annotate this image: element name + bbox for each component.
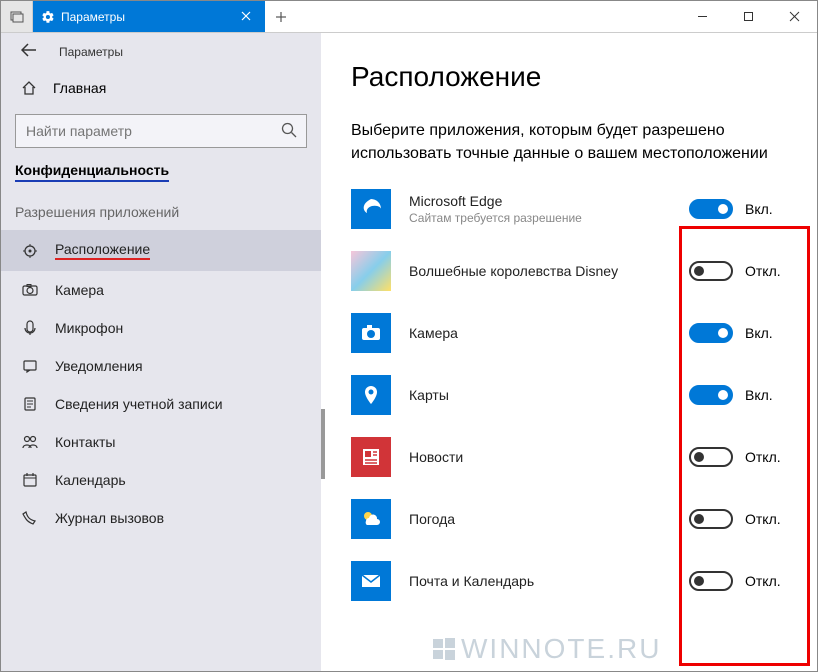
sidebar: Параметры Главная Конфиденциальность Раз… [1,33,321,671]
app-row: Волшебные королевства Disney Откл. [351,251,797,291]
page-title: Расположение [351,61,797,93]
nav-label: Журнал вызовов [55,510,164,526]
new-tab-button[interactable] [265,1,297,32]
toggle-state: Вкл. [745,387,773,403]
nav-label: Камера [55,282,104,298]
app-row: Погода Откл. [351,499,797,539]
toggle-state: Откл. [745,449,781,465]
watermark: WINNOTE.RU [431,633,661,665]
app-name: Погода [409,511,689,527]
nav-icon [21,472,39,488]
app-name: Новости [409,449,689,465]
toggle-state: Вкл. [745,325,773,341]
toggle-state: Откл. [745,573,781,589]
nav-label: Уведомления [55,358,143,374]
scrollbar-thumb[interactable] [321,409,325,479]
toggle-switch[interactable] [689,385,733,405]
app-row: Почта и Календарь Откл. [351,561,797,601]
tab-title: Параметры [61,10,235,24]
app-name: Почта и Календарь [409,573,689,589]
home-nav[interactable]: Главная [1,70,321,106]
category-header: Конфиденциальность [1,162,321,182]
toggle-state: Откл. [745,263,781,279]
tab-close-icon[interactable] [235,10,257,24]
taskview-button[interactable] [1,1,33,32]
main-panel: Расположение Выберите приложения, которы… [321,33,817,671]
sidebar-item[interactable]: Микрофон [1,309,321,347]
toggle-state: Вкл. [745,201,773,217]
toggle-state: Откл. [745,511,781,527]
app-name: Карты [409,387,689,403]
nav-label: Контакты [55,434,115,450]
nav-icon [21,396,39,412]
toggle-switch[interactable] [689,509,733,529]
sidebar-item[interactable]: Контакты [1,423,321,461]
nav-icon [21,243,39,259]
nav-label: Расположение [55,241,150,260]
search-icon [281,122,297,143]
app-row: Microsoft Edge Сайтам требуется разрешени… [351,189,797,229]
app-name: Microsoft Edge [409,193,689,209]
toggle-switch[interactable] [689,199,733,219]
gear-icon [41,10,55,24]
home-icon [21,80,39,96]
browser-tab[interactable]: Параметры [33,1,265,32]
back-button[interactable] [21,43,37,60]
page-description: Выберите приложения, которым будет разре… [351,119,791,165]
sidebar-item[interactable]: Сведения учетной записи [1,385,321,423]
toggle-switch[interactable] [689,261,733,281]
nav-icon [21,282,39,298]
toggle-switch[interactable] [689,447,733,467]
nav-icon [21,510,39,526]
minimize-button[interactable] [679,1,725,32]
app-row: Камера Вкл. [351,313,797,353]
sidebar-item[interactable]: Календарь [1,461,321,499]
sidebar-item[interactable]: Камера [1,271,321,309]
app-name: Волшебные королевства Disney [409,263,689,279]
titlebar: Параметры [1,1,817,33]
sidebar-item[interactable]: Журнал вызовов [1,499,321,537]
app-row: Новости Откл. [351,437,797,477]
window-controls [679,1,817,32]
nav-icon [21,358,39,374]
close-button[interactable] [771,1,817,32]
nav-icon [21,434,39,450]
nav-label: Календарь [55,472,126,488]
breadcrumb-label: Параметры [59,45,123,59]
search-box[interactable] [15,114,307,148]
toggle-switch[interactable] [689,571,733,591]
app-name: Камера [409,325,689,341]
windows-logo-icon [431,636,457,662]
toggle-switch[interactable] [689,323,733,343]
maximize-button[interactable] [725,1,771,32]
home-label: Главная [53,80,106,96]
nav-icon [21,320,39,336]
breadcrumb: Параметры [1,39,321,70]
section-subhead: Разрешения приложений [1,182,321,230]
app-row: Карты Вкл. [351,375,797,415]
search-input[interactable] [15,114,307,148]
sidebar-item[interactable]: Уведомления [1,347,321,385]
nav-label: Сведения учетной записи [55,396,223,412]
sidebar-item[interactable]: Расположение [1,230,321,271]
app-subtext: Сайтам требуется разрешение [409,211,689,225]
nav-label: Микрофон [55,320,123,336]
app-list: Microsoft Edge Сайтам требуется разрешени… [351,189,797,601]
